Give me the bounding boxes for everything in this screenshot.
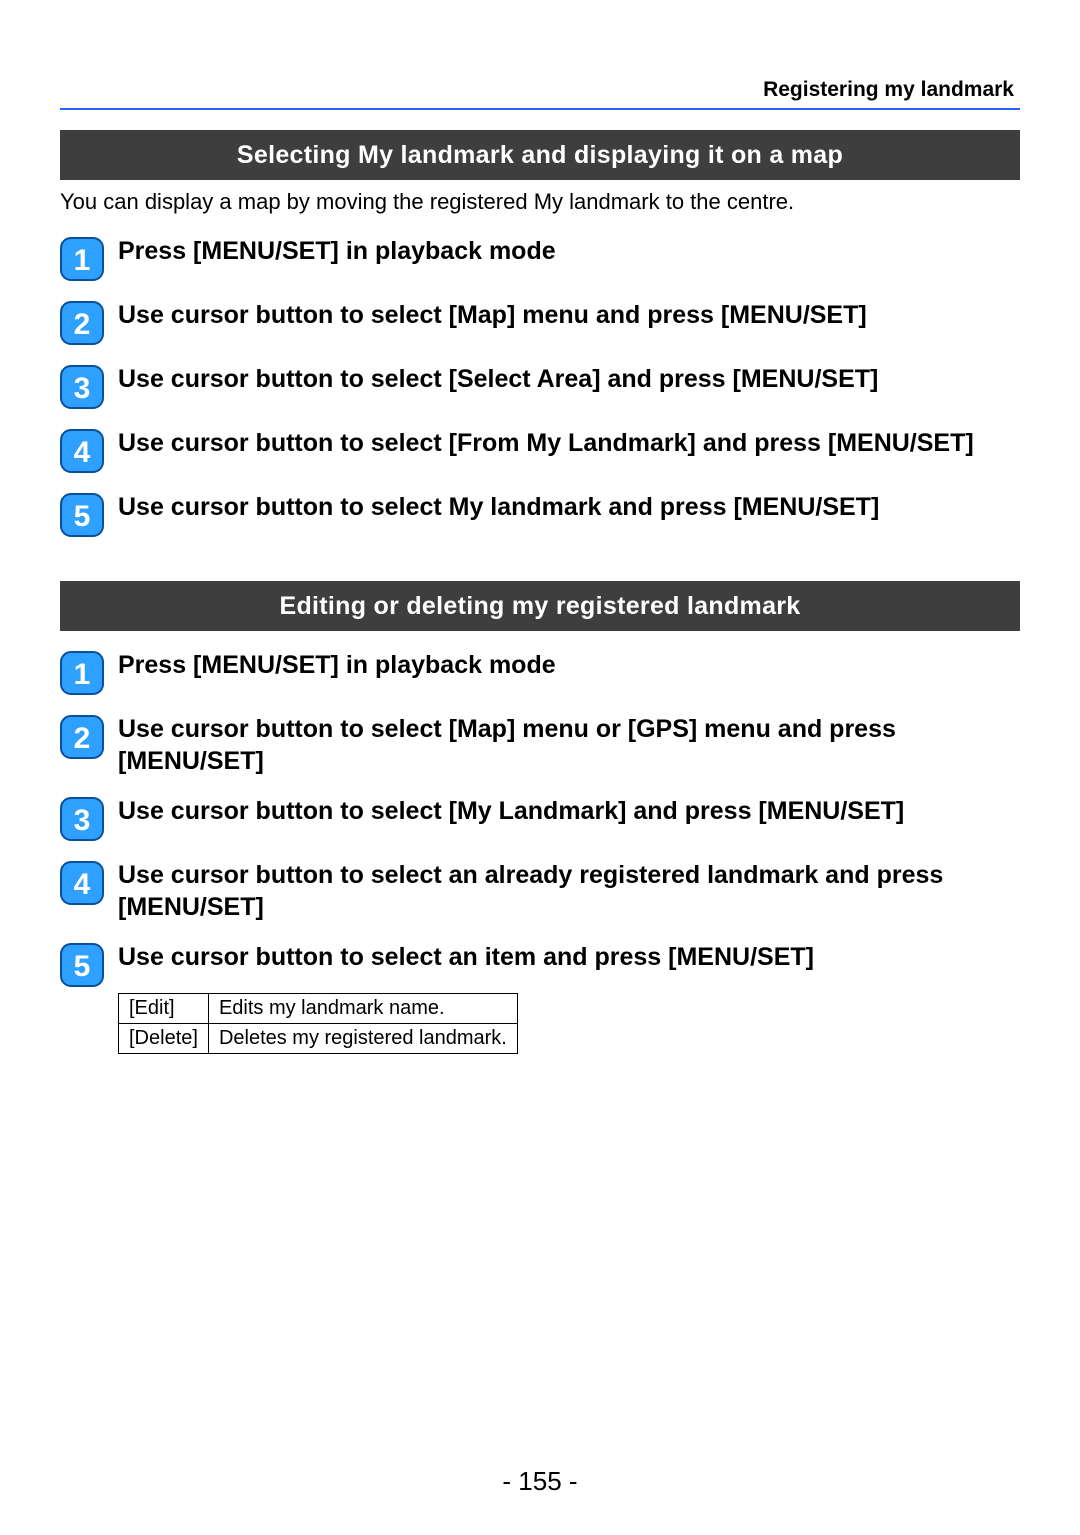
step-row: 3 Use cursor button to select [My Landma…	[60, 795, 1020, 841]
step-number-icon: 3	[60, 365, 104, 409]
step-row: 5 Use cursor button to select an item an…	[60, 941, 1020, 987]
step-row: 1 Press [MENU/SET] in playback mode	[60, 649, 1020, 695]
step-row: 3 Use cursor button to select [Select Ar…	[60, 363, 1020, 409]
step-number-icon: 3	[60, 797, 104, 841]
section-header-select: Selecting My landmark and displaying it …	[60, 130, 1020, 180]
option-label: [Edit]	[119, 993, 209, 1023]
step-row: 2 Use cursor button to select [Map] menu…	[60, 713, 1020, 777]
table-row: [Edit] Edits my landmark name.	[119, 993, 518, 1023]
svg-text:5: 5	[74, 500, 91, 533]
svg-text:1: 1	[74, 244, 91, 277]
step-row: 5 Use cursor button to select My landmar…	[60, 491, 1020, 537]
step-number-icon: 2	[60, 301, 104, 345]
svg-text:3: 3	[74, 372, 91, 405]
svg-text:1: 1	[74, 658, 91, 691]
option-desc: Deletes my registered landmark.	[208, 1023, 517, 1053]
step-row: 2 Use cursor button to select [Map] menu…	[60, 299, 1020, 345]
step-row: 4 Use cursor button to select [From My L…	[60, 427, 1020, 473]
page: Registering my landmark Selecting My lan…	[0, 0, 1080, 1535]
step-text: Press [MENU/SET] in playback mode	[118, 235, 1020, 267]
step-text: Use cursor button to select an already r…	[118, 859, 1020, 923]
svg-text:2: 2	[74, 308, 91, 341]
table-row: [Delete] Deletes my registered landmark.	[119, 1023, 518, 1053]
step-text: Use cursor button to select [Map] menu o…	[118, 713, 1020, 777]
step-text: Use cursor button to select My landmark …	[118, 491, 1020, 523]
step-text: Use cursor button to select [Map] menu a…	[118, 299, 1020, 331]
step-text: Use cursor button to select [From My Lan…	[118, 427, 1020, 459]
step-row: 1 Press [MENU/SET] in playback mode	[60, 235, 1020, 281]
page-number: - 155 -	[0, 1466, 1080, 1497]
svg-text:4: 4	[74, 436, 91, 469]
step-number-icon: 5	[60, 493, 104, 537]
step-number-icon: 4	[60, 429, 104, 473]
step-number-icon: 4	[60, 861, 104, 905]
svg-text:3: 3	[74, 804, 91, 837]
step-number-icon: 5	[60, 943, 104, 987]
step-text: Press [MENU/SET] in playback mode	[118, 649, 1020, 681]
section-header-edit: Editing or deleting my registered landma…	[60, 581, 1020, 631]
header-divider	[60, 108, 1020, 110]
step-number-icon: 1	[60, 651, 104, 695]
svg-text:5: 5	[74, 950, 91, 983]
step-number-icon: 1	[60, 237, 104, 281]
step-number-icon: 2	[60, 715, 104, 759]
step-row: 4 Use cursor button to select an already…	[60, 859, 1020, 923]
section-intro: You can display a map by moving the regi…	[60, 188, 1020, 217]
page-header-title: Registering my landmark	[60, 78, 1020, 102]
options-table: [Edit] Edits my landmark name. [Delete] …	[118, 993, 518, 1054]
step-text: Use cursor button to select an item and …	[118, 941, 1020, 973]
svg-text:4: 4	[74, 868, 91, 901]
step-text: Use cursor button to select [My Landmark…	[118, 795, 1020, 827]
option-desc: Edits my landmark name.	[208, 993, 517, 1023]
step-text: Use cursor button to select [Select Area…	[118, 363, 1020, 395]
svg-text:2: 2	[74, 722, 91, 755]
option-label: [Delete]	[119, 1023, 209, 1053]
